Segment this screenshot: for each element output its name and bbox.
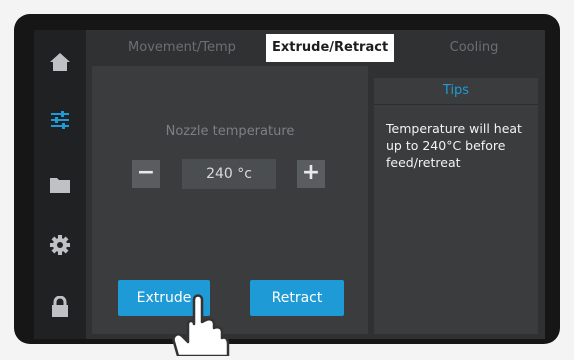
sidebar-item-settings[interactable] <box>49 234 71 260</box>
temperature-value[interactable]: 240 °c <box>182 159 276 189</box>
tab-cooling[interactable]: Cooling <box>424 34 524 62</box>
tips-title: Tips <box>374 78 538 105</box>
sidebar-item-files[interactable] <box>49 176 71 198</box>
tab-bar: Movement/Temp Extrude/Retract Cooling <box>88 34 542 64</box>
tab-extrude-retract[interactable]: Extrude/Retract <box>266 34 395 62</box>
folder-icon <box>49 176 71 198</box>
retract-button[interactable]: Retract <box>250 280 344 316</box>
gear-icon <box>49 234 71 260</box>
sliders-icon <box>49 110 71 134</box>
decrease-temperature-button[interactable]: − <box>132 160 160 188</box>
sidebar-item-lock[interactable] <box>50 295 70 322</box>
control-panel: Nozzle temperature − 240 °c + Extrude Re… <box>92 66 368 334</box>
sidebar-item-home[interactable] <box>49 52 71 76</box>
sidebar-item-controls[interactable] <box>49 110 71 134</box>
tips-panel: Tips Temperature will heat up to 240°C b… <box>374 78 538 334</box>
lock-icon <box>50 295 70 322</box>
sidebar <box>34 30 86 339</box>
tap-hand-icon <box>168 284 230 358</box>
tab-movement-temp[interactable]: Movement/Temp <box>112 34 252 62</box>
tips-text: Temperature will heat up to 240°C before… <box>386 121 522 170</box>
home-icon <box>49 52 71 76</box>
nozzle-temperature-label: Nozzle temperature <box>165 124 295 139</box>
increase-temperature-button[interactable]: + <box>297 160 325 188</box>
